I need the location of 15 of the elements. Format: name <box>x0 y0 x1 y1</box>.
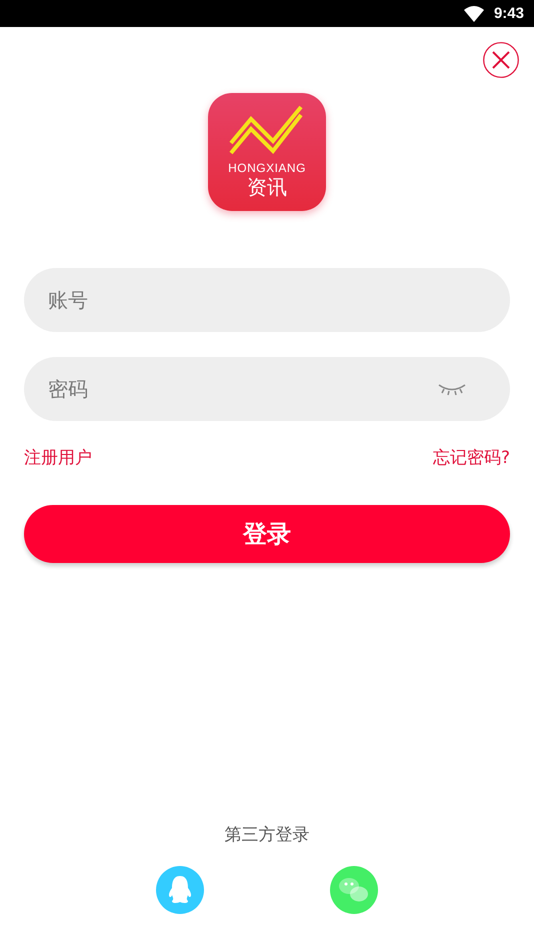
wifi-icon <box>464 6 484 22</box>
status-time: 9:43 <box>494 5 524 22</box>
logo-latin: HONGXIANG <box>228 161 306 175</box>
third-party-title: 第三方登录 <box>224 824 310 846</box>
logo-chinese: 资讯 <box>247 175 287 199</box>
close-icon[interactable] <box>483 42 519 78</box>
login-button[interactable]: 登录 <box>24 505 510 563</box>
closed-eye-icon[interactable] <box>438 382 466 396</box>
input-field[interactable]: 密码 <box>24 357 510 421</box>
forgot-password-link[interactable]: 忘记密码? <box>432 446 510 469</box>
input-field[interactable]: 账号 <box>24 268 510 332</box>
chat-bubbles-icon[interactable] <box>330 866 378 914</box>
register-link[interactable]: 注册用户 <box>24 446 92 469</box>
penguin-icon[interactable] <box>156 866 204 914</box>
chart-line-icon <box>229 103 305 157</box>
